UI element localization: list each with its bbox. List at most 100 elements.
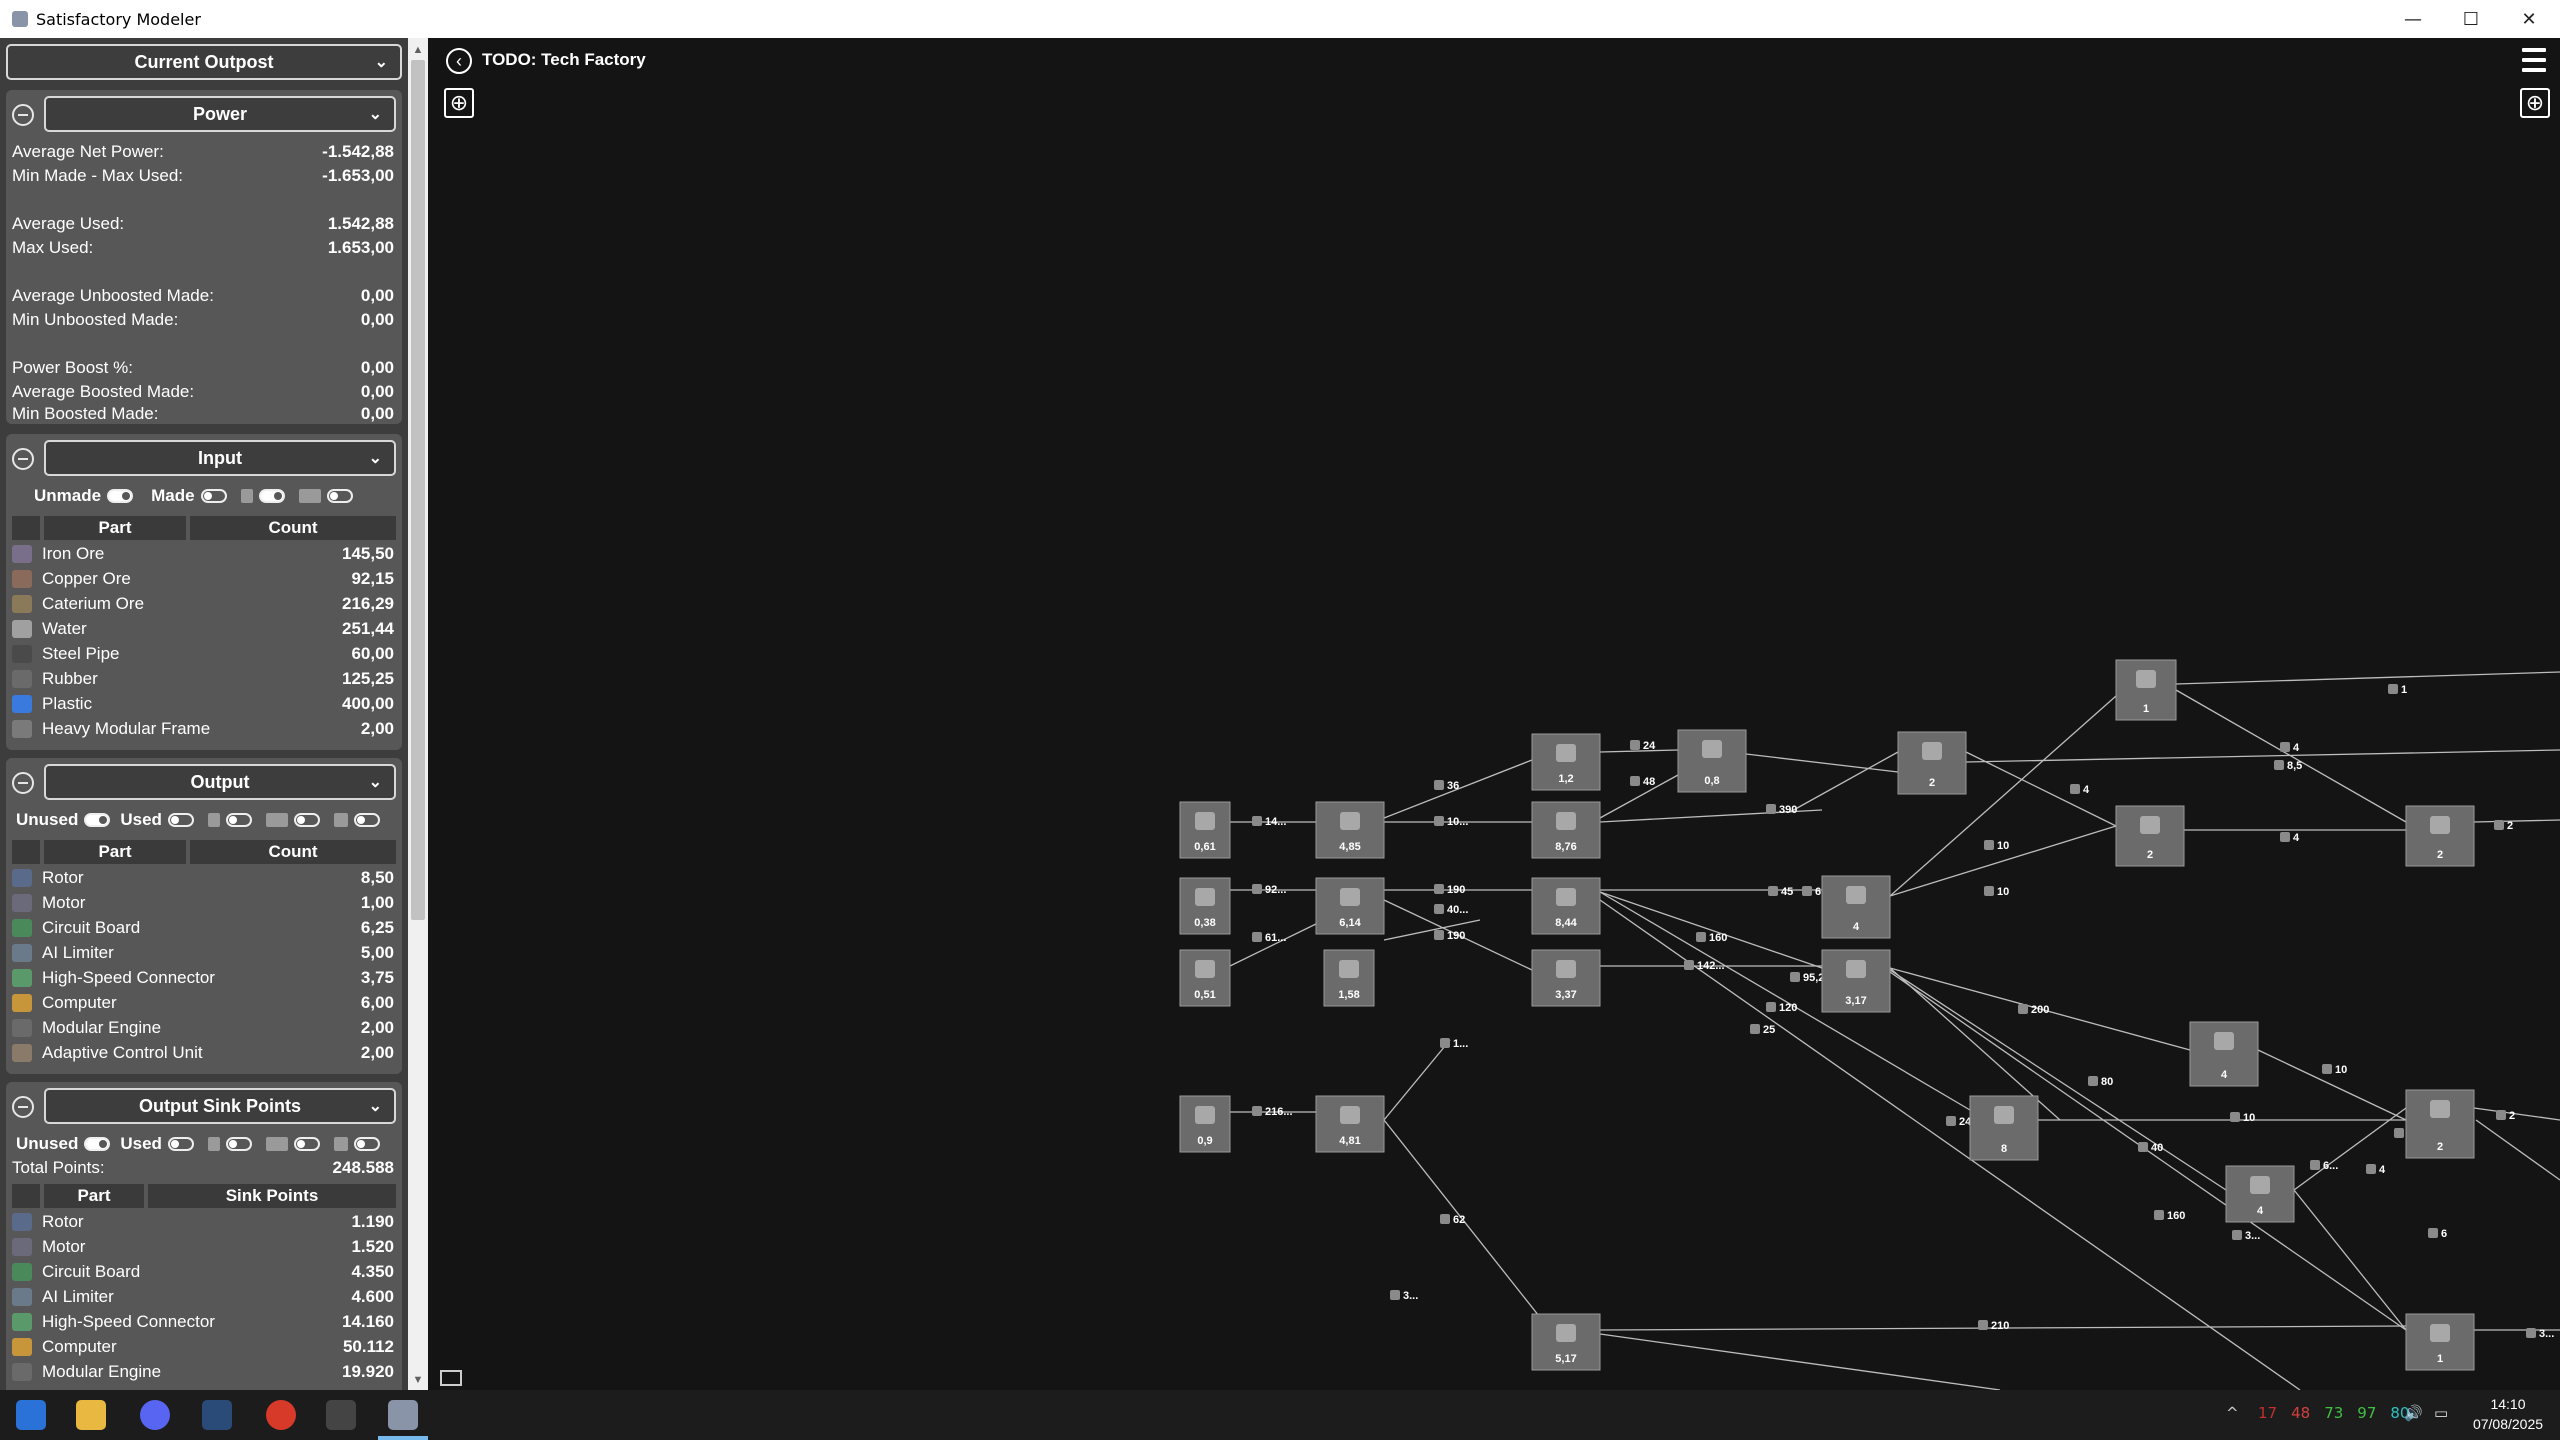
machine-node[interactable]: 3,17 [1821, 949, 1891, 1013]
machine-count-label: 8,76 [1555, 841, 1576, 853]
flow-rate-label: 45 [1781, 886, 1793, 898]
machine-node[interactable]: 5,17 [1531, 1313, 1601, 1371]
machine-node[interactable]: 1 [2405, 1313, 2475, 1371]
flow-edge [1889, 971, 2407, 1331]
machine-node[interactable]: 6,14 [1315, 877, 1385, 935]
flow-item-icon [2428, 1228, 2438, 1238]
active-app-indicator [378, 1436, 428, 1440]
flow-rate-label: 3... [2539, 1328, 2554, 1340]
flow-rate-label: 10 [1997, 886, 2009, 898]
flow-item-icon [1252, 884, 1262, 894]
clock-date: 07/08/2025 [2472, 1416, 2544, 1432]
book-icon[interactable] [440, 1370, 462, 1386]
discord-icon[interactable] [140, 1400, 170, 1430]
machine-node[interactable]: 8 [1969, 1095, 2039, 1161]
machine-count-label: 0,51 [1194, 989, 1215, 1001]
flow-rate-label: 200 [2031, 1004, 2049, 1016]
machine-icon [1922, 742, 1942, 760]
flow-edge [2473, 819, 2560, 823]
flow-edge [2175, 671, 2560, 685]
machine-count-label: 6,14 [1339, 917, 1361, 929]
flow-item-icon [2232, 1230, 2242, 1240]
machine-node[interactable]: 4 [2189, 1021, 2259, 1087]
volume-icon[interactable]: 🔊 [2404, 1404, 2423, 1422]
machine-node[interactable]: 4,81 [1315, 1095, 1385, 1153]
flow-edge [1599, 891, 1971, 1111]
machine-icon [1846, 960, 1866, 978]
machine-node[interactable]: 0,51 [1179, 949, 1231, 1007]
machine-count-label: 4 [2257, 1205, 2264, 1217]
machine-node[interactable]: 8,44 [1531, 877, 1601, 935]
machine-node[interactable]: 2 [2115, 805, 2185, 867]
flow-rate-label: 142... [1697, 960, 1725, 972]
machine-count-label: 2 [2437, 1141, 2443, 1153]
machine-icon [1556, 960, 1576, 978]
flow-edge [1889, 969, 2227, 1191]
flow-item-icon [1768, 886, 1778, 896]
machine-node[interactable]: 1,2 [1531, 733, 1601, 791]
machine-node[interactable]: 0,8 [1677, 729, 1747, 793]
machine-count-label: 4,81 [1339, 1135, 1360, 1147]
machine-node[interactable]: 0,9 [1179, 1095, 1231, 1153]
flow-item-icon [2070, 784, 2080, 794]
machine-count-label: 1,2 [1558, 773, 1573, 785]
machine-count-label: 1 [2143, 703, 2149, 715]
machine-count-label: 1 [2437, 1353, 2443, 1365]
machine-node[interactable]: 0,38 [1179, 877, 1231, 935]
machine-node[interactable]: 3,37 [1531, 949, 1601, 1007]
tray-stat: 73 [2324, 1404, 2344, 1422]
flow-rate-label: 4 [2293, 832, 2300, 844]
machine-icon [1556, 888, 1576, 906]
flow-item-icon [1946, 1116, 1956, 1126]
flow-edge [1599, 1333, 2001, 1390]
machine-count-label: 2 [2147, 849, 2153, 861]
machine-icon [1556, 812, 1576, 830]
flow-rate-label: 3... [2245, 1230, 2260, 1242]
tray-overflow-icon[interactable]: ^ [2226, 1404, 2239, 1422]
menu-icon[interactable] [2522, 48, 2546, 74]
machine-node[interactable]: 4 [2225, 1165, 2295, 1223]
flow-item-icon [1252, 932, 1262, 942]
machine-node[interactable]: 1,58 [1323, 949, 1375, 1007]
tray-stat: 17 [2258, 1404, 2278, 1422]
flow-item-icon [2280, 832, 2290, 842]
machine-node[interactable]: 1 [2115, 659, 2177, 721]
clock[interactable]: 14:10 07/08/2025 [2468, 1394, 2548, 1434]
steam-icon[interactable] [202, 1400, 232, 1430]
machine-node[interactable]: 2 [2405, 805, 2475, 867]
taskbar: ^ 17 48 73 97 80 🔊 ▭ 14:10 07/08/2025 [0, 1390, 2560, 1440]
machine-count-label: 2 [2437, 849, 2443, 861]
windows-start-icon[interactable] [16, 1400, 46, 1430]
flow-rate-label: 14... [1265, 816, 1286, 828]
production-graph[interactable]: 14...92...61...216...3610...19040...1901… [0, 0, 2560, 1390]
flow-item-icon [1630, 776, 1640, 786]
flow-edge [2475, 1119, 2560, 1181]
machine-count-label: 1,58 [1338, 989, 1359, 1001]
network-icon[interactable]: ▭ [2434, 1404, 2448, 1422]
machine-node[interactable]: 4,85 [1315, 801, 1385, 859]
add-node-button[interactable]: ⊕ [444, 88, 474, 118]
machine-node[interactable]: 4 [1821, 875, 1891, 939]
file-explorer-icon[interactable] [76, 1400, 106, 1430]
satisfactory-icon[interactable] [326, 1400, 356, 1430]
machine-node[interactable]: 0,61 [1179, 801, 1231, 859]
machine-node[interactable]: 2 [1897, 731, 1967, 795]
flow-item-icon [1630, 740, 1640, 750]
machine-node[interactable]: 2 [2405, 1089, 2475, 1159]
chrome-icon[interactable] [266, 1400, 296, 1430]
machine-icon [2430, 816, 2450, 834]
flow-item-icon [1984, 886, 1994, 896]
flow-rate-label: 80 [2101, 1076, 2113, 1088]
flow-item-icon [2088, 1076, 2098, 1086]
add-factory-button[interactable]: ⊕ [2520, 88, 2550, 118]
flow-item-icon [2388, 684, 2398, 694]
machine-count-label: 4,85 [1339, 841, 1360, 853]
modeler-app-icon[interactable] [388, 1400, 418, 1430]
back-icon[interactable]: ‹ [446, 48, 472, 74]
flow-item-icon [2310, 1160, 2320, 1170]
machine-node[interactable]: 8,76 [1531, 801, 1601, 859]
flow-edge [2293, 1189, 2407, 1331]
flow-item-icon [1390, 1290, 1400, 1300]
flow-rate-label: 216... [1265, 1106, 1293, 1118]
flow-rate-label: 190 [1447, 930, 1465, 942]
